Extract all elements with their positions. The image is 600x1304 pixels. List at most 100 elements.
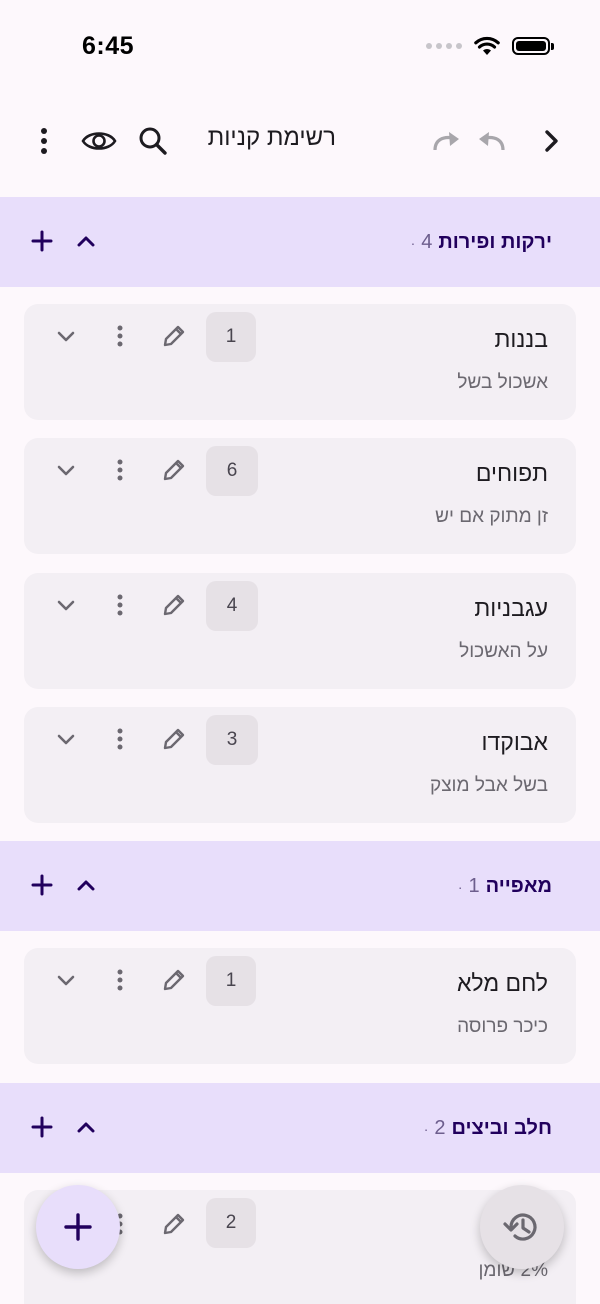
chevron-up-icon [77, 236, 95, 247]
expand-item-button[interactable] [46, 450, 86, 490]
quantity-badge[interactable]: 4 [206, 581, 258, 631]
collapse-category-button[interactable] [66, 865, 106, 905]
more-vert-icon [41, 128, 47, 154]
expand-item-button[interactable] [46, 960, 86, 1000]
battery-icon [512, 37, 554, 55]
expand-item-button[interactable] [46, 719, 86, 759]
quantity-badge[interactable]: 3 [206, 715, 258, 765]
item-name: לחם מלא [456, 970, 548, 996]
separator-dot: · [423, 1120, 429, 1137]
quantity-badge[interactable]: 1 [206, 312, 256, 362]
edit-item-button[interactable] [154, 450, 194, 490]
cellular-signal-icon [426, 43, 462, 49]
pencil-icon [163, 325, 185, 347]
item-name: בננות [494, 326, 548, 352]
add-icon [31, 1116, 53, 1138]
category-title: ירקות ופירות 4 · [411, 231, 552, 254]
wifi-icon [474, 36, 500, 55]
item-description: אשכול בשל [457, 372, 548, 393]
add-icon [31, 230, 53, 252]
item-name: תפוחים [475, 460, 548, 486]
history-fab[interactable] [480, 1185, 564, 1269]
collapse-category-button[interactable] [66, 221, 106, 261]
list-item[interactable]: אבוקדו בשל אבל מוצק 3 [24, 707, 576, 823]
quantity-badge[interactable]: 2 [206, 1198, 256, 1248]
page-title: רשימת קניות [207, 124, 336, 151]
chevron-right-icon [545, 130, 558, 152]
view-toggle-button[interactable] [78, 110, 120, 172]
list-item[interactable]: לחם מלא כיכר פרוסה 1 [24, 948, 576, 1064]
add-icon [64, 1213, 92, 1241]
edit-item-button[interactable] [154, 960, 194, 1000]
more-vert-icon [117, 325, 123, 347]
item-name: עגבניות [474, 595, 548, 621]
undo-button[interactable] [470, 110, 510, 172]
collapse-category-button[interactable] [66, 1107, 106, 1147]
pencil-icon [163, 969, 185, 991]
item-more-button[interactable] [100, 960, 140, 1000]
history-icon [503, 1213, 537, 1241]
category-header-bakery: מאפייה 1 · [0, 841, 600, 931]
pencil-icon [163, 594, 185, 616]
pencil-icon [163, 459, 185, 481]
item-description: כיכר פרוסה [457, 1016, 548, 1037]
chevron-down-icon [57, 600, 75, 611]
more-vert-icon [117, 594, 123, 616]
list-item[interactable]: תפוחים זן מתוק אם יש 6 [24, 438, 576, 554]
add-item-fab[interactable] [36, 1185, 120, 1269]
item-description: על האשכול [459, 641, 548, 662]
separator-dot: · [457, 878, 463, 895]
edit-item-button[interactable] [154, 1204, 194, 1244]
chevron-up-icon [77, 880, 95, 891]
separator-dot: · [410, 234, 416, 251]
undo-icon [479, 132, 505, 151]
status-bar: 6:45 [0, 0, 600, 96]
item-more-button[interactable] [100, 450, 140, 490]
category-name: חלב וביצים [451, 1116, 553, 1139]
more-vert-icon [117, 969, 123, 991]
add-icon [31, 874, 53, 896]
category-name: מאפייה [485, 874, 552, 897]
category-header-produce: ירקות ופירות 4 · [0, 197, 600, 287]
category-count: 2 [434, 1116, 446, 1139]
add-to-category-button[interactable] [22, 221, 62, 261]
redo-button[interactable] [428, 110, 468, 172]
chevron-down-icon [57, 734, 75, 745]
add-to-category-button[interactable] [22, 865, 62, 905]
category-count: 1 [468, 874, 480, 897]
back-button[interactable] [534, 110, 570, 172]
chevron-up-icon [77, 1122, 95, 1133]
pencil-icon [163, 728, 185, 750]
expand-item-button[interactable] [46, 585, 86, 625]
category-title: חלב וביצים 2 · [424, 1117, 552, 1140]
category-title: מאפייה 1 · [458, 875, 552, 898]
more-options-button[interactable] [24, 110, 64, 172]
list-item[interactable]: עגבניות על האשכול 4 [24, 573, 576, 689]
pencil-icon [163, 1213, 185, 1235]
more-vert-icon [117, 459, 123, 481]
item-more-button[interactable] [100, 719, 140, 759]
item-more-button[interactable] [100, 316, 140, 356]
edit-item-button[interactable] [154, 316, 194, 356]
add-to-category-button[interactable] [22, 1107, 62, 1147]
chevron-down-icon [57, 331, 75, 342]
app-bar: רשימת קניות [0, 110, 600, 172]
item-more-button[interactable] [100, 585, 140, 625]
more-vert-icon [117, 728, 123, 750]
category-name: ירקות ופירות [438, 230, 552, 253]
expand-item-button[interactable] [46, 316, 86, 356]
search-button[interactable] [134, 110, 172, 172]
item-description: זן מתוק אם יש [435, 506, 548, 527]
item-name: אבוקדו [481, 729, 548, 755]
search-icon [139, 127, 167, 155]
quantity-badge[interactable]: 6 [206, 446, 258, 496]
list-item[interactable]: בננות אשכול בשל 1 [24, 304, 576, 420]
edit-item-button[interactable] [154, 719, 194, 759]
quantity-badge[interactable]: 1 [206, 956, 256, 1006]
edit-item-button[interactable] [154, 585, 194, 625]
category-header-dairy: חלב וביצים 2 · [0, 1083, 600, 1173]
status-icons [426, 36, 554, 56]
category-count: 4 [421, 230, 433, 253]
chevron-down-icon [57, 465, 75, 476]
item-description: בשל אבל מוצק [429, 775, 548, 796]
